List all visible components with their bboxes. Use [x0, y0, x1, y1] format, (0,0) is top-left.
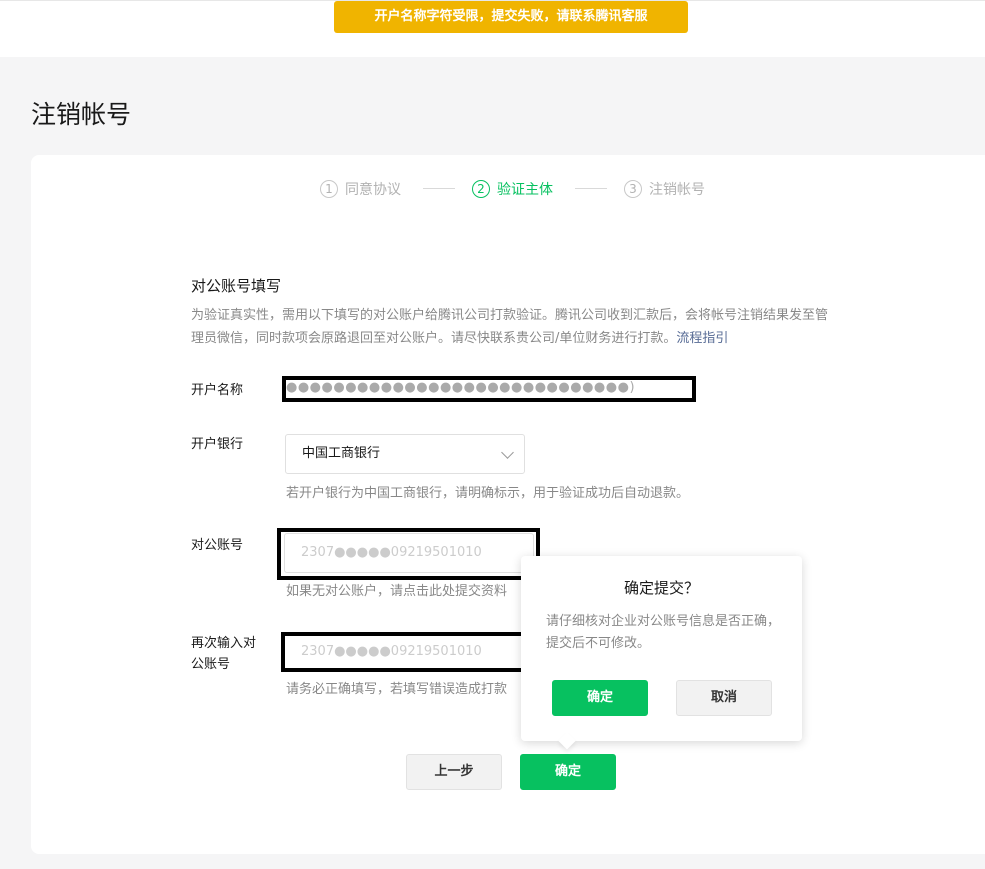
confirm-submit-button[interactable]: 确定 — [520, 754, 616, 790]
step-label: 注销帐号 — [649, 182, 705, 198]
redaction-box — [277, 528, 540, 580]
step-label: 验证主体 — [497, 182, 553, 198]
bank-select[interactable]: 中国工商银行 — [285, 434, 525, 474]
error-toast: 开户名称字符受限，提交失败，请联系腾讯客服 — [334, 1, 688, 33]
account-name-label: 开户名称 — [191, 383, 244, 398]
popover-message: 请仔细核对企业对公账号信息是否正确，提交后不可修改。 — [546, 614, 781, 651]
redaction-box — [282, 376, 696, 402]
step-number: 3 — [624, 180, 642, 198]
confirm-account-label-line1: 再次输入对 — [191, 636, 257, 651]
section-description: 为验证真实性，需用以下填写的对公账户给腾讯公司打款验证。腾讯公司收到汇款后，会将… — [191, 304, 831, 350]
main-card — [31, 155, 985, 854]
bank-label: 开户银行 — [191, 437, 244, 452]
bank-selected-value: 中国工商银行 — [302, 446, 381, 461]
guide-link[interactable]: 流程指引 — [676, 331, 728, 346]
redaction-box — [281, 632, 537, 672]
confirm-account-hint: 请务必正确填写，若填写错误造成打款 — [286, 682, 508, 697]
account-number-label: 对公账号 — [191, 538, 244, 553]
confirm-popover: 确定提交？ 请仔细核对企业对公账号信息是否正确，提交后不可修改。 确定 取消 — [521, 556, 802, 750]
step-verify: 2 验证主体 — [472, 178, 553, 200]
prev-step-button[interactable]: 上一步 — [406, 754, 502, 790]
popover-cancel-button[interactable]: 取消 — [676, 680, 772, 716]
step-number: 1 — [320, 180, 338, 198]
page-title: 注销帐号 — [31, 100, 132, 129]
step-divider — [423, 188, 455, 189]
description-text: 为验证真实性，需用以下填写的对公账户给腾讯公司打款验证。腾讯公司收到汇款后，会将… — [191, 308, 829, 346]
step-number: 2 — [472, 180, 490, 198]
bank-hint: 若开户银行为中国工商银行，请明确标示，用于验证成功后自动退款。 — [286, 486, 690, 501]
popover-ok-button[interactable]: 确定 — [552, 680, 648, 716]
section-title: 对公账号填写 — [191, 277, 282, 295]
chevron-down-icon — [501, 446, 514, 459]
step-agree: 1 同意协议 — [320, 178, 401, 200]
step-divider — [575, 188, 607, 189]
confirm-account-label: 再次输入对 公账号 — [191, 633, 256, 675]
account-number-hint[interactable]: 如果无对公账户，请点击此处提交资料 — [286, 580, 507, 599]
step-label: 同意协议 — [345, 182, 401, 198]
step-cancel-account: 3 注销帐号 — [624, 178, 705, 200]
confirm-account-label-line2: 公账号 — [191, 657, 231, 672]
popover-title: 确定提交？ — [623, 579, 699, 597]
